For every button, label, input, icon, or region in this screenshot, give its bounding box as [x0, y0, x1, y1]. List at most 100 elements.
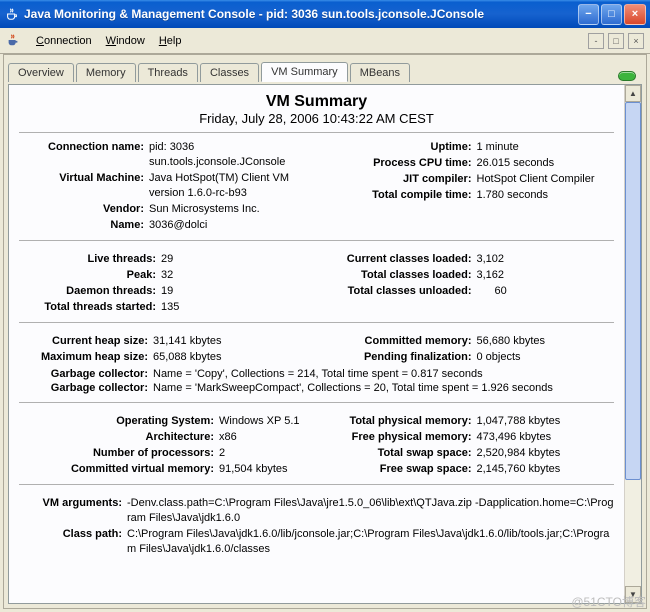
label-peak: Peak:	[19, 268, 161, 283]
content-panel: VM Summary Friday, July 28, 2006 10:43:2…	[8, 84, 642, 604]
value-cvm: 91,504 kbytes	[219, 462, 317, 477]
value-jit: HotSpot Client Compiler	[477, 172, 615, 187]
label-max-heap: Maximum heap size:	[19, 350, 153, 365]
label-tphys: Total physical memory:	[317, 414, 477, 429]
menu-window[interactable]: Window	[100, 32, 151, 50]
label-fswap: Free swap space:	[317, 462, 477, 477]
scrollbar-thumb[interactable]	[625, 102, 641, 480]
value-live-threads: 29	[161, 252, 317, 267]
scrollbar-track[interactable]	[625, 102, 641, 586]
internal-minimize-button[interactable]: -	[588, 33, 604, 49]
tab-classes[interactable]: Classes	[200, 63, 259, 82]
section-vm-args: VM arguments:-Denv.class.path=C:\Program…	[19, 489, 614, 564]
value-max-heap: 65,088 kbytes	[153, 350, 317, 365]
tab-memory[interactable]: Memory	[76, 63, 136, 82]
label-cvm: Committed virtual memory:	[19, 462, 219, 477]
java-app-icon	[4, 6, 20, 22]
label-current-heap: Current heap size:	[19, 334, 153, 349]
label-jit: JIT compiler:	[317, 172, 477, 187]
section-connection: Connection name:pid: 3036 sun.tools.jcon…	[19, 132, 614, 241]
value-vendor: Sun Microsystems Inc.	[149, 202, 317, 217]
label-pending-finalization: Pending finalization:	[317, 350, 477, 365]
value-current-heap: 31,141 kbytes	[153, 334, 317, 349]
gc-row-2: Garbage collector:Name = 'MarkSweepCompa…	[19, 382, 614, 394]
value-vm-args: -Denv.class.path=C:\Program Files\Java\j…	[127, 496, 614, 526]
label-classes-total: Total classes loaded:	[317, 268, 477, 283]
label-classes-unloaded: Total classes unloaded:	[317, 284, 477, 299]
label-name: Name:	[19, 218, 149, 233]
tab-threads[interactable]: Threads	[138, 63, 198, 82]
value-pending-finalization: 0 objects	[477, 350, 615, 365]
label-daemon: Daemon threads:	[19, 284, 161, 299]
value-nproc: 2	[219, 446, 317, 461]
value-virtual-machine: Java HotSpot(TM) Client VM version 1.6.0…	[149, 171, 317, 201]
value-total-started: 135	[161, 300, 317, 315]
summary-header: VM Summary Friday, July 28, 2006 10:43:2…	[19, 93, 614, 126]
window-title: Java Monitoring & Management Console - p…	[24, 7, 578, 21]
value-peak: 32	[161, 268, 317, 283]
internal-close-button[interactable]: ×	[628, 33, 644, 49]
value-committed-memory: 56,680 kbytes	[477, 334, 615, 349]
value-gc-2: Name = 'MarkSweepCompact', Collections =…	[153, 382, 553, 394]
label-committed-memory: Committed memory:	[317, 334, 477, 349]
value-connection-name: pid: 3036 sun.tools.jconsole.JConsole	[149, 140, 317, 170]
close-button[interactable]: ×	[624, 4, 646, 25]
value-uptime: 1 minute	[477, 140, 615, 155]
menu-help[interactable]: Help	[153, 32, 188, 50]
label-os: Operating System:	[19, 414, 219, 429]
label-total-started: Total threads started:	[19, 300, 161, 315]
gc-row-1: Garbage collector:Name = 'Copy', Collect…	[19, 368, 614, 380]
section-heap: Current heap size:31,141 kbytes Maximum …	[19, 327, 614, 403]
value-gc-1: Name = 'Copy', Collections = 214, Total …	[153, 368, 483, 380]
tab-mbeans[interactable]: MBeans	[350, 63, 410, 82]
section-threads: Live threads:29 Peak:32 Daemon threads:1…	[19, 245, 614, 323]
label-virtual-machine: Virtual Machine:	[19, 171, 149, 186]
value-fphys: 473,496 kbytes	[477, 430, 615, 445]
value-tswap: 2,520,984 kbytes	[477, 446, 615, 461]
scroll-area: VM Summary Friday, July 28, 2006 10:43:2…	[9, 85, 624, 603]
minimize-button[interactable]: −	[578, 4, 599, 25]
page-title: VM Summary	[19, 93, 614, 111]
tab-bar: Overview Memory Threads Classes VM Summa…	[4, 55, 646, 81]
value-classpath: C:\Program Files\Java\jdk1.6.0/lib/jcons…	[127, 527, 614, 557]
label-tswap: Total swap space:	[317, 446, 477, 461]
value-classes-total: 3,162	[477, 268, 615, 283]
label-uptime: Uptime:	[317, 140, 477, 155]
java-menu-icon	[6, 33, 22, 49]
label-classpath: Class path:	[19, 527, 127, 542]
value-compile-time: 1.780 seconds	[477, 188, 615, 203]
menubar: Connection Window Help - □ ×	[0, 28, 650, 54]
scroll-up-button[interactable]: ▲	[625, 85, 641, 102]
summary-timestamp: Friday, July 28, 2006 10:43:22 AM CEST	[19, 111, 614, 126]
tab-vm-summary[interactable]: VM Summary	[261, 62, 348, 82]
value-classes-loaded: 3,102	[477, 252, 615, 267]
label-nproc: Number of processors:	[19, 446, 219, 461]
value-name: 3036@dolci	[149, 218, 317, 233]
value-os: Windows XP 5.1	[219, 414, 317, 429]
value-daemon: 19	[161, 284, 317, 299]
label-classes-loaded: Current classes loaded:	[317, 252, 477, 267]
label-compile-time: Total compile time:	[317, 188, 477, 203]
menu-connection[interactable]: Connection	[30, 32, 98, 50]
client-area: Overview Memory Threads Classes VM Summa…	[3, 54, 647, 609]
scroll-down-button[interactable]: ▼	[625, 586, 641, 603]
maximize-button[interactable]: □	[601, 4, 622, 25]
vertical-scrollbar[interactable]: ▲ ▼	[624, 85, 641, 603]
value-fswap: 2,145,760 kbytes	[477, 462, 615, 477]
window-titlebar: Java Monitoring & Management Console - p…	[0, 0, 650, 28]
tab-overview[interactable]: Overview	[8, 63, 74, 82]
internal-restore-button[interactable]: □	[608, 33, 624, 49]
label-vm-args: VM arguments:	[19, 496, 127, 511]
label-connection-name: Connection name:	[19, 140, 149, 155]
section-os: Operating System:Windows XP 5.1 Architec…	[19, 407, 614, 485]
value-classes-unloaded: 60	[477, 284, 615, 299]
value-cpu-time: 26.015 seconds	[477, 156, 615, 171]
label-arch: Architecture:	[19, 430, 219, 445]
value-tphys: 1,047,788 kbytes	[477, 414, 615, 429]
connection-status-icon	[618, 71, 636, 81]
value-arch: x86	[219, 430, 317, 445]
label-cpu-time: Process CPU time:	[317, 156, 477, 171]
label-fphys: Free physical memory:	[317, 430, 477, 445]
label-vendor: Vendor:	[19, 202, 149, 217]
label-live-threads: Live threads:	[19, 252, 161, 267]
